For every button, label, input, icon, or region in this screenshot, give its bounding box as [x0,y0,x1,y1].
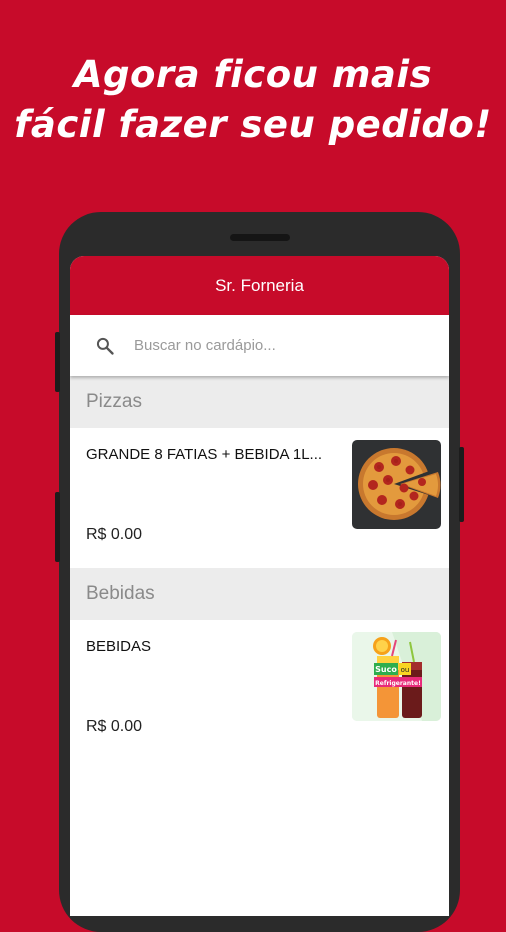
thumb-text-refrigerante: Refrigerante! [375,680,421,687]
search-input[interactable] [134,337,449,354]
section-header-pizzas: Pizzas [70,376,449,428]
phone-power-button [459,447,464,522]
drinks-illustration: Suco ou Refrigerante! [352,632,441,721]
section-title: Pizzas [86,391,142,412]
headline-line-2: fácil fazer seu pedido! [14,103,492,146]
phone-speaker [230,234,290,241]
search-icon [96,337,114,355]
product-item[interactable]: BEBIDAS R$ 0.00 Suco ou Refrigerante! [70,620,449,760]
app-screen: Sr. Forneria Pizzas GRANDE 8 FATIAS + BE… [70,256,449,916]
section-title: Bebidas [86,583,155,604]
app-bar: Sr. Forneria [70,256,449,315]
promo-headline: Agora ficou mais fácil fazer seu pedido! [0,50,506,150]
product-price: R$ 0.00 [86,718,143,735]
thumb-text-ou: ou [401,666,410,674]
juice-soda-image: Suco ou Refrigerante! [352,632,441,721]
product-item[interactable]: GRANDE 8 FATIAS + BEBIDA 1L... R$ 0.00 [70,428,449,568]
headline-line-1: Agora ficou mais [73,53,433,96]
pizza-illustration [358,448,441,520]
section-header-bebidas: Bebidas [70,568,449,620]
phone-side-button [55,492,60,562]
product-name: GRANDE 8 FATIAS + BEBIDA 1L... [86,446,323,463]
product-name: BEBIDAS [86,638,152,655]
search-bar[interactable] [70,315,449,376]
phone-side-button [55,332,60,392]
product-price: R$ 0.00 [86,526,143,543]
app-title: Sr. Forneria [215,275,304,295]
thumb-text-suco: Suco [375,665,397,674]
pepperoni-pizza-image [352,440,441,529]
